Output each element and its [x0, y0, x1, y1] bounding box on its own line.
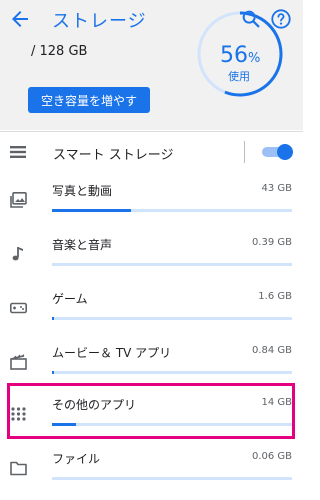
smart-storage-toggle[interactable]	[262, 144, 293, 160]
arrow-back-icon[interactable]	[8, 7, 32, 31]
category-label: 音楽と音声	[52, 238, 113, 252]
category-label: ファイル	[52, 452, 101, 466]
movie-icon	[10, 354, 27, 370]
category-size: 0.84 GB	[251, 345, 292, 356]
usage-bar-fill	[52, 209, 132, 212]
smart-storage-label: スマート ストレージ	[53, 148, 174, 163]
category-label: ゲーム	[52, 292, 88, 306]
highlight-frame	[7, 383, 295, 439]
usage-bar-fill	[52, 317, 55, 320]
total-capacity: / 128 GB	[31, 44, 88, 59]
category-label: ムービー＆ TV アプリ	[52, 346, 172, 360]
usage-bar	[52, 209, 292, 212]
usage-label: 使用	[228, 70, 250, 83]
help-icon[interactable]	[270, 8, 292, 30]
gamepad-icon	[10, 302, 27, 314]
app-bar: ストレージ	[0, 0, 303, 38]
smart-storage-row[interactable]: スマート ストレージ	[0, 132, 303, 172]
usage-bar	[52, 317, 292, 320]
category-size: 0.39 GB	[251, 237, 292, 248]
category-row-games[interactable]: ゲーム 1.6 GB	[0, 280, 303, 334]
vertical-divider	[244, 141, 245, 163]
toggle-thumb	[277, 144, 293, 160]
category-size: 0.06 GB	[251, 451, 292, 462]
usage-bar-fill	[52, 371, 55, 374]
list-icon	[10, 146, 26, 158]
usage-bar	[52, 477, 292, 480]
storage-summary: / 128 GB 空き容量を増やす 56% 使用	[0, 11, 303, 130]
category-row-movies[interactable]: ムービー＆ TV アプリ 0.84 GB	[0, 334, 303, 388]
category-label: 写真と動画	[52, 184, 113, 198]
category-row-music[interactable]: 音楽と音声 0.39 GB	[0, 226, 303, 280]
usage-bar	[52, 371, 292, 374]
photo-icon	[10, 192, 27, 208]
category-size: 1.6 GB	[258, 291, 292, 302]
category-row-photos[interactable]: 写真と動画 43 GB	[0, 172, 303, 226]
page-title: ストレージ	[52, 11, 147, 32]
usage-bar	[52, 263, 292, 266]
category-row-files[interactable]: ファイル 0.06 GB	[0, 440, 303, 494]
folder-icon	[10, 461, 27, 476]
music-note-icon	[12, 247, 23, 261]
free-up-space-button[interactable]: 空き容量を増やす	[28, 87, 150, 113]
usage-percent: 56%	[220, 43, 261, 68]
category-size: 43 GB	[261, 183, 292, 194]
